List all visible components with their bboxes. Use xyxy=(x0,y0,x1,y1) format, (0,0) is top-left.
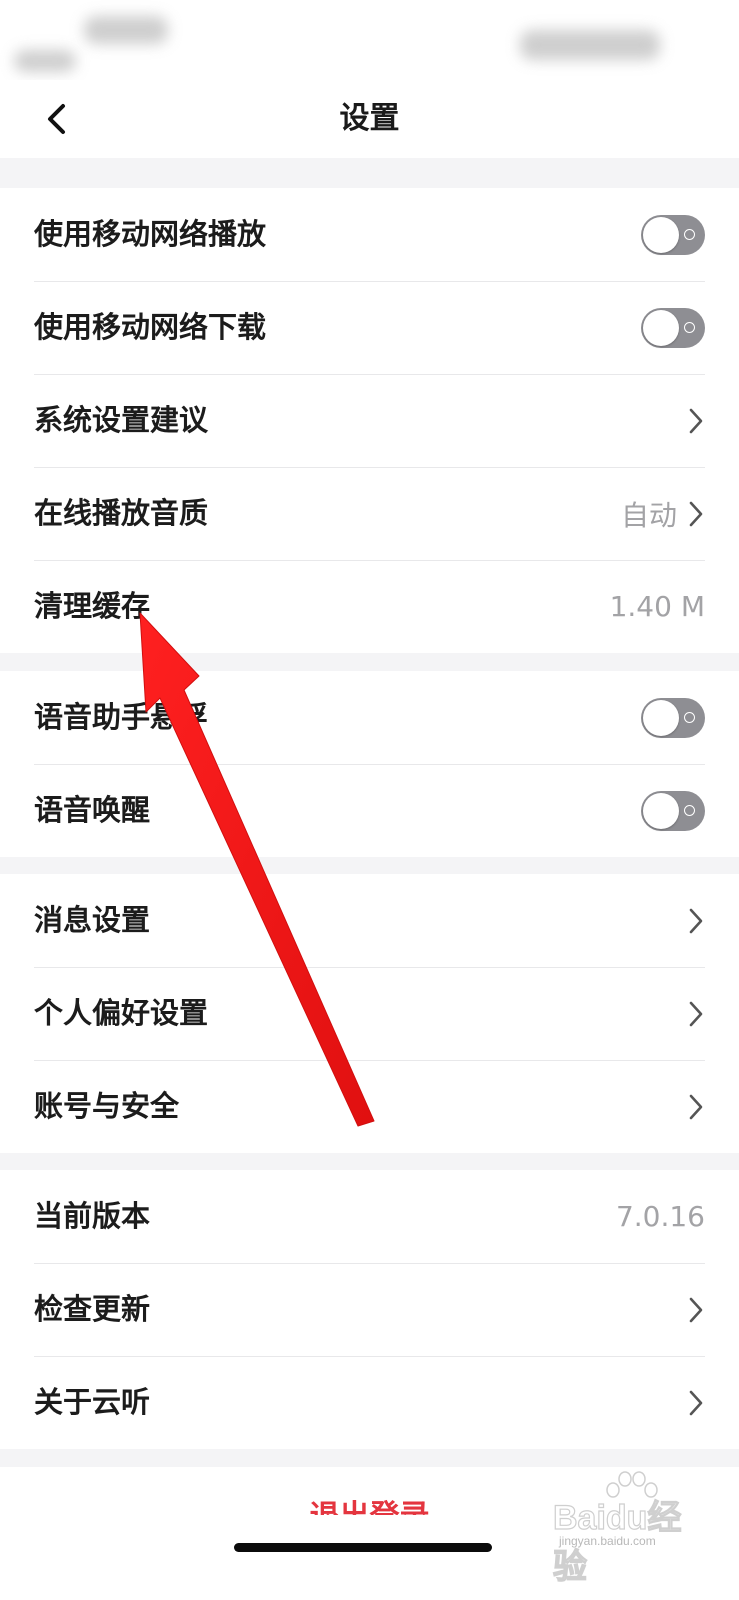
time-blur xyxy=(14,50,76,72)
settings-section-1: 使用移动网络播放 使用移动网络下载 系统设置建议 在线播放音质 自动 清理缓存 … xyxy=(0,188,739,653)
setting-row-voice-float[interactable]: 语音助手悬浮 xyxy=(0,671,739,764)
setting-row-preferences[interactable]: 个人偏好设置 xyxy=(0,967,739,1060)
carrier-blur xyxy=(84,16,168,44)
chevron-right-icon xyxy=(689,1094,703,1119)
chevron-right-icon xyxy=(689,1297,703,1322)
setting-label: 语音唤醒 xyxy=(34,793,151,827)
status-bar xyxy=(0,0,739,80)
setting-label: 账号与安全 xyxy=(34,1089,180,1123)
setting-label: 个人偏好设置 xyxy=(34,996,209,1030)
chevron-right-icon xyxy=(689,1390,703,1415)
cache-size-value: 1.40 M xyxy=(609,590,705,623)
setting-row-mobile-play[interactable]: 使用移动网络播放 xyxy=(0,188,739,281)
setting-row-check-update[interactable]: 检查更新 xyxy=(0,1263,739,1356)
setting-row-messages[interactable]: 消息设置 xyxy=(0,874,739,967)
chevron-right-icon xyxy=(689,501,703,526)
setting-label: 关于云听 xyxy=(34,1385,151,1419)
setting-row-system-suggestion[interactable]: 系统设置建议 xyxy=(0,374,739,467)
nav-bar: 设置 xyxy=(0,80,739,158)
watermark: Baidu经验 jingyan.baidu.com xyxy=(552,1471,703,1587)
mobile-download-toggle[interactable] xyxy=(641,307,705,348)
setting-label: 使用移动网络播放 xyxy=(34,217,267,251)
settings-section-3: 消息设置 个人偏好设置 账号与安全 xyxy=(0,874,739,1153)
setting-row-account-security[interactable]: 账号与安全 xyxy=(0,1060,739,1153)
setting-row-about[interactable]: 关于云听 xyxy=(0,1356,739,1449)
setting-label: 在线播放音质 xyxy=(34,496,209,530)
setting-label: 使用移动网络下载 xyxy=(34,310,267,344)
mobile-play-toggle[interactable] xyxy=(641,214,705,255)
chevron-right-icon xyxy=(689,908,703,933)
voice-wake-toggle[interactable] xyxy=(641,790,705,831)
home-indicator xyxy=(234,1543,492,1552)
setting-row-mobile-download[interactable]: 使用移动网络下载 xyxy=(0,281,739,374)
setting-label: 语音助手悬浮 xyxy=(34,700,209,734)
page-title: 设置 xyxy=(339,101,400,136)
setting-label: 消息设置 xyxy=(34,903,151,937)
voice-float-toggle[interactable] xyxy=(641,697,705,738)
audio-quality-value: 自动 xyxy=(620,498,677,532)
watermark-url: jingyan.baidu.com xyxy=(559,1534,656,1548)
version-value: 7.0.16 xyxy=(615,1200,705,1233)
chevron-right-icon xyxy=(689,1001,703,1026)
setting-row-clear-cache[interactable]: 清理缓存 1.40 M xyxy=(0,560,739,653)
settings-section-2: 语音助手悬浮 语音唤醒 xyxy=(0,671,739,857)
chevron-right-icon xyxy=(689,408,703,433)
setting-row-version: 当前版本 7.0.16 xyxy=(0,1170,739,1263)
setting-label: 系统设置建议 xyxy=(34,403,209,437)
setting-row-audio-quality[interactable]: 在线播放音质 自动 xyxy=(0,467,739,560)
setting-label: 当前版本 xyxy=(34,1199,151,1233)
setting-label: 清理缓存 xyxy=(34,589,151,623)
setting-row-voice-wake[interactable]: 语音唤醒 xyxy=(0,764,739,857)
settings-section-4: 当前版本 7.0.16 检查更新 关于云听 xyxy=(0,1170,739,1449)
setting-label: 检查更新 xyxy=(34,1292,151,1326)
battery-blur xyxy=(520,30,660,60)
